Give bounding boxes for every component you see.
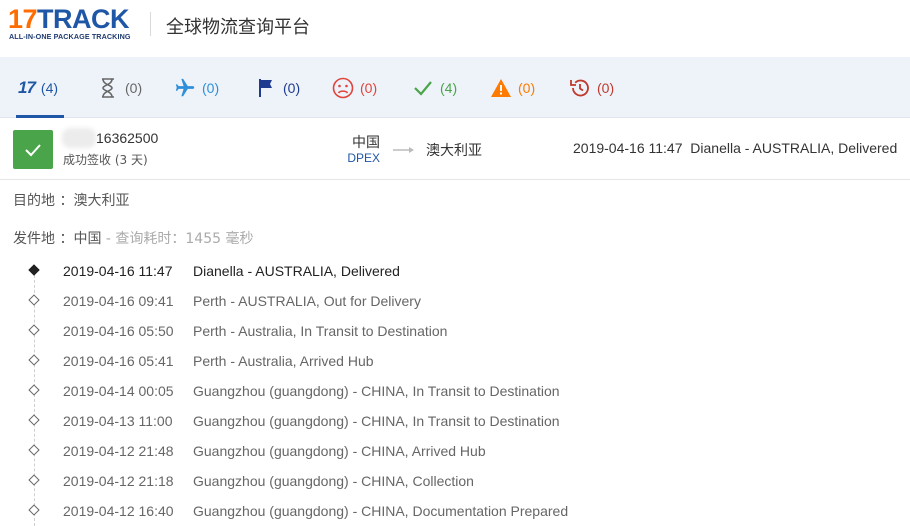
delivered-status-badge bbox=[13, 130, 53, 169]
arrow-right-icon bbox=[393, 147, 414, 153]
tab-count: (0) bbox=[518, 79, 536, 96]
sad-face-icon bbox=[332, 77, 354, 99]
diamond-marker-icon bbox=[28, 474, 40, 486]
timeline-event: 2019-04-16 11:47 Dianella - AUSTRALIA, De… bbox=[0, 255, 910, 285]
tab-count: (0) bbox=[125, 79, 143, 96]
diamond-marker-icon bbox=[28, 354, 40, 366]
destination-info: 目的地 ：澳大利亚 bbox=[13, 190, 129, 210]
destination-country: 澳大利亚 bbox=[426, 143, 482, 159]
tab-alert[interactable]: (0) bbox=[490, 57, 535, 118]
tab-count: (0) bbox=[360, 79, 378, 96]
event-description: Perth - Australia, In Transit to Destina… bbox=[193, 323, 448, 339]
logo-wordmark: 17TRACK bbox=[8, 4, 130, 34]
tracking-number[interactable]: 16362500 bbox=[96, 130, 158, 146]
tab-in-transit[interactable]: (0) bbox=[174, 57, 219, 118]
tab-expired[interactable]: (0) bbox=[569, 57, 614, 118]
diamond-marker-icon bbox=[28, 414, 40, 426]
origin-label: 发件地 ： bbox=[13, 231, 74, 247]
event-description: Guangzhou (guangdong) - CHINA, Arrived H… bbox=[193, 443, 486, 459]
tracking-number-redacted bbox=[62, 128, 96, 148]
tab-pick-up[interactable]: (0) bbox=[255, 57, 300, 118]
header-divider bbox=[150, 12, 151, 36]
event-description: Guangzhou (guangdong) - CHINA, Documenta… bbox=[193, 503, 569, 519]
logo-tagline: ALL-IN-ONE PACKAGE TRACKING bbox=[9, 32, 131, 41]
hourglass-icon bbox=[97, 77, 119, 99]
event-time: 2019-04-12 21:18 bbox=[63, 473, 174, 489]
diamond-marker-icon bbox=[28, 444, 40, 456]
warning-icon bbox=[490, 77, 512, 99]
event-time: 2019-04-14 00:05 bbox=[63, 383, 174, 399]
status-tabs: 17 (4) (0) (0) (0) (0) (4) (0) (0) bbox=[0, 57, 910, 118]
delivery-status: 成功签收 (3 天) bbox=[63, 153, 148, 167]
event-description: Guangzhou (guangdong) - CHINA, Collectio… bbox=[193, 473, 474, 489]
diamond-marker-icon bbox=[28, 264, 40, 276]
timeline-event: 2019-04-12 21:48 Guangzhou (guangdong) - … bbox=[0, 435, 910, 465]
event-time: 2019-04-16 05:41 bbox=[63, 353, 174, 369]
destination-label: 目的地 ： bbox=[13, 193, 74, 209]
checkmark-icon bbox=[412, 77, 434, 99]
diamond-marker-icon bbox=[28, 504, 40, 516]
timeline-event: 2019-04-16 05:50 Perth - Australia, In Tr… bbox=[0, 315, 910, 345]
event-description: Perth - Australia, Arrived Hub bbox=[193, 353, 374, 369]
17track-icon: 17 bbox=[18, 77, 36, 97]
tab-undelivered[interactable]: (0) bbox=[332, 57, 377, 118]
origin-country: 中国 bbox=[352, 135, 380, 151]
checkmark-icon bbox=[25, 143, 41, 156]
tab-count: (0) bbox=[597, 79, 615, 96]
event-time: 2019-04-12 16:40 bbox=[63, 503, 174, 519]
latest-event-desc: Dianella - AUSTRALIA, Delivered bbox=[690, 140, 898, 156]
origin-info: 发件地 ：中国 - 查询耗时：1455 毫秒 bbox=[13, 228, 253, 248]
tab-count: (4) bbox=[40, 79, 59, 96]
timeline-event: 2019-04-16 09:41 Perth - AUSTRALIA, Out f… bbox=[0, 285, 910, 315]
timeline-event: 2019-04-13 11:00 Guangzhou (guangdong) - … bbox=[0, 405, 910, 435]
event-time: 2019-04-13 11:00 bbox=[63, 413, 173, 429]
tab-count: (0) bbox=[283, 79, 301, 96]
history-icon bbox=[569, 77, 591, 99]
tab-not-found[interactable]: (0) bbox=[97, 57, 142, 118]
tab-count: (0) bbox=[202, 79, 220, 96]
event-time: 2019-04-16 11:47 bbox=[63, 263, 173, 279]
timeline-event: 2019-04-12 21:18 Guangzhou (guangdong) - … bbox=[0, 465, 910, 495]
tab-delivered[interactable]: (4) bbox=[412, 57, 457, 118]
timeline-event: 2019-04-16 05:41 Perth - Australia, Arriv… bbox=[0, 345, 910, 375]
latest-event: 2019-04-16 11:47 Dianella - AUSTRALIA, D… bbox=[573, 140, 897, 156]
event-description: Dianella - AUSTRALIA, Delivered bbox=[193, 263, 400, 279]
event-time: 2019-04-16 09:41 bbox=[63, 293, 174, 309]
diamond-marker-icon bbox=[28, 384, 40, 396]
carrier-link[interactable]: DPEX bbox=[340, 151, 380, 165]
event-time: 2019-04-16 05:50 bbox=[63, 323, 174, 339]
diamond-marker-icon bbox=[28, 294, 40, 306]
event-description: Guangzhou (guangdong) - CHINA, In Transi… bbox=[193, 413, 560, 429]
latest-event-time: 2019-04-16 11:47 bbox=[573, 140, 683, 156]
airplane-icon bbox=[174, 77, 196, 99]
event-time: 2019-04-12 21:48 bbox=[63, 443, 174, 459]
shipment-summary[interactable]: 16362500 成功签收 (3 天) 中国 DPEX 澳大利亚 2019-04… bbox=[0, 118, 910, 180]
destination-value: 澳大利亚 bbox=[73, 193, 130, 209]
event-description: Guangzhou (guangdong) - CHINA, In Transi… bbox=[193, 383, 560, 399]
origin-value: 中国 bbox=[73, 231, 102, 247]
tab-all[interactable]: 17 (4) bbox=[16, 57, 64, 118]
timeline-event: 2019-04-12 16:40 Guangzhou (guangdong) - … bbox=[0, 495, 910, 525]
header: 17TRACK ALL-IN-ONE PACKAGE TRACKING 全球物流… bbox=[0, 0, 910, 57]
diamond-marker-icon bbox=[28, 324, 40, 336]
event-description: Perth - AUSTRALIA, Out for Delivery bbox=[193, 293, 421, 309]
query-time: - 查询耗时：1455 毫秒 bbox=[101, 231, 254, 247]
page-title: 全球物流查询平台 bbox=[166, 17, 310, 38]
17track-logo[interactable]: 17TRACK ALL-IN-ONE PACKAGE TRACKING bbox=[8, 4, 140, 44]
flag-icon bbox=[255, 77, 277, 99]
timeline-event: 2019-04-14 00:05 Guangzhou (guangdong) - … bbox=[0, 375, 910, 405]
tab-count: (4) bbox=[440, 79, 458, 96]
